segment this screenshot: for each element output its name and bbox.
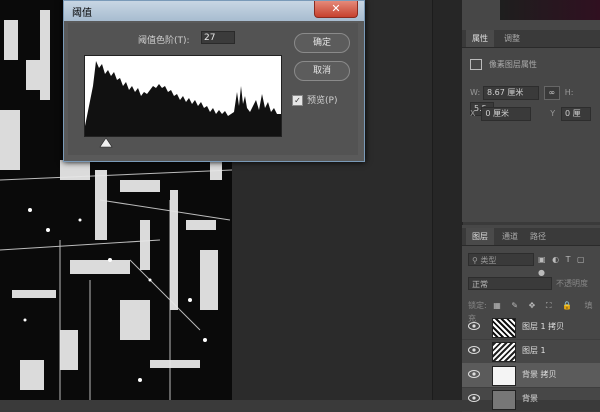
layer-row[interactable]: 背景 拷贝 xyxy=(462,363,600,388)
threshold-slider[interactable] xyxy=(84,136,280,148)
close-button[interactable]: ✕ xyxy=(314,1,358,18)
lock-icons[interactable]: ▦ ✎ ✥ ⛶ 🔒 xyxy=(493,301,576,310)
tab-channels[interactable]: 通道 xyxy=(496,228,524,245)
layer-thumbnail xyxy=(492,342,516,362)
cancel-button[interactable]: 取消 xyxy=(294,61,350,81)
dialog-body: 阈值色阶(T): 27 确定 取消 ✓ 预览(P) xyxy=(68,23,358,155)
tab-properties[interactable]: 属性 xyxy=(466,30,494,47)
w-label: W: xyxy=(470,88,481,97)
layer-name: 背景 xyxy=(522,394,538,403)
width-field[interactable]: 8.67 厘米 xyxy=(483,86,540,100)
threshold-dialog: 阈值 ✕ 阈值色阶(T): 27 确定 取消 ✓ 预览(P) xyxy=(63,0,365,162)
h-label: H: xyxy=(564,88,574,97)
dialog-title: 阈值 xyxy=(72,8,92,19)
layer-thumbnail xyxy=(492,366,516,386)
layer-filter-label: 类型 xyxy=(480,256,497,265)
x-field[interactable]: 0 厘米 xyxy=(481,107,532,121)
y-field[interactable]: 0 厘 xyxy=(561,107,591,121)
tab-adjustments[interactable]: 调整 xyxy=(498,30,526,47)
layer-thumbnail xyxy=(492,390,516,410)
layer-name: 背景 拷贝 xyxy=(522,370,557,379)
eye-icon[interactable] xyxy=(468,322,480,330)
preview-label: 预览(P) xyxy=(307,96,338,106)
eye-icon[interactable] xyxy=(468,346,480,354)
threshold-level-label: 阈值色阶(T): xyxy=(138,36,190,46)
filter-icons[interactable]: ▣ ◐ T ▢ ● xyxy=(538,253,596,277)
link-icon[interactable]: ∞ xyxy=(543,86,560,100)
checkbox-icon[interactable]: ✓ xyxy=(292,95,303,106)
y-label: Y xyxy=(550,109,556,118)
search-icon: ⚲ xyxy=(472,256,478,265)
eye-icon[interactable] xyxy=(468,370,480,378)
lock-label: 锁定: xyxy=(468,301,487,310)
layer-name: 图层 1 拷贝 xyxy=(522,322,565,331)
threshold-level-input[interactable]: 27 xyxy=(201,31,235,44)
layer-name: 图层 1 xyxy=(522,346,546,355)
preview-checkbox[interactable]: ✓ 预览(P) xyxy=(292,93,337,106)
layer-row[interactable]: 图层 1 拷贝 xyxy=(462,315,600,340)
x-label: X xyxy=(470,109,476,118)
layers-tabs: 图层 通道 路径 xyxy=(462,228,600,246)
color-swatch[interactable] xyxy=(500,0,600,20)
opacity-label: 不透明度 xyxy=(556,279,588,288)
dialog-titlebar[interactable]: 阈值 ✕ xyxy=(64,1,364,21)
pixel-layer-row: 像素图层属性 xyxy=(470,57,596,73)
layer-thumbnail xyxy=(492,318,516,338)
histogram-graph xyxy=(85,56,281,136)
blend-mode-select[interactable]: 正常 xyxy=(468,277,552,290)
position-row: X 0 厘米 Y 0 厘 xyxy=(470,106,596,122)
properties-tabs: 属性 调整 xyxy=(462,30,600,48)
pixel-layer-icon xyxy=(470,59,482,70)
pixel-layer-label: 像素图层属性 xyxy=(488,60,537,69)
tab-paths[interactable]: 路径 xyxy=(524,228,552,245)
layer-row[interactable]: 图层 1 xyxy=(462,339,600,364)
histogram xyxy=(84,55,282,137)
slider-triangle-icon[interactable] xyxy=(84,136,280,148)
panel-dock-strip xyxy=(432,0,463,400)
properties-panel: 属性 调整 像素图层属性 W: 8.67 厘米 ∞ H: 5.5 X 0 厘米 … xyxy=(462,0,600,222)
tab-layers[interactable]: 图层 xyxy=(466,228,494,245)
eye-icon[interactable] xyxy=(468,394,480,402)
layer-filter[interactable]: ⚲ 类型 xyxy=(468,253,534,266)
size-row: W: 8.67 厘米 ∞ H: 5.5 xyxy=(470,85,596,116)
ok-button[interactable]: 确定 xyxy=(294,33,350,53)
layers-panel: 图层 通道 路径 ⚲ 类型 ▣ ◐ T ▢ ● 正常 不透明度 锁定: ▦ ✎ … xyxy=(462,225,600,412)
